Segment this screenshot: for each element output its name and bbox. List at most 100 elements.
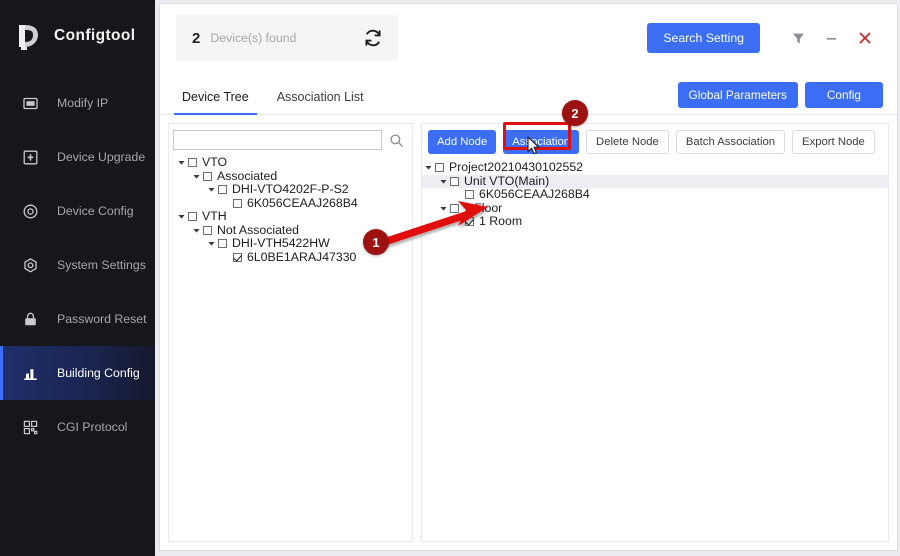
search-setting-button[interactable]: Search Setting: [647, 23, 760, 53]
tree-node[interactable]: DHI-VTH5422HW: [175, 236, 412, 251]
tree-node-label: 1 Floor: [464, 200, 503, 215]
node-actions: Add Node Association Delete Node Batch A…: [422, 124, 888, 159]
dahua-logo-icon: [14, 21, 44, 51]
checkbox-checked[interactable]: [465, 217, 474, 227]
chevron-down-icon[interactable]: [205, 185, 218, 194]
batch-association-button[interactable]: Batch Association: [675, 130, 786, 154]
sidebar-item-label: Modify IP: [57, 96, 109, 110]
filter-funnel-icon[interactable]: [782, 23, 815, 53]
chevron-down-icon[interactable]: [175, 158, 188, 167]
tree-node-label: Associated: [217, 168, 278, 183]
sidebar-item-building-config[interactable]: Building Config: [0, 346, 155, 400]
checkbox[interactable]: [188, 158, 197, 168]
sidebar-nav: Modify IP Device Upgrade Device Config S…: [0, 76, 155, 454]
tab-label: Device Tree: [182, 90, 249, 104]
chevron-down-icon[interactable]: [422, 163, 435, 172]
sidebar-item-label: System Settings: [57, 258, 146, 272]
content-window: 2 Device(s) found Search Setting Device …: [160, 4, 897, 550]
project-tree-pane: Add Node Association Delete Node Batch A…: [421, 123, 889, 542]
add-node-button[interactable]: Add Node: [428, 130, 497, 154]
chevron-down-icon[interactable]: [437, 204, 450, 213]
tree-node[interactable]: 6L0BE1ARAJ47330: [175, 249, 412, 265]
configtool-window: Configtool Modify IP Device Upgrade Devi…: [0, 0, 900, 556]
tree-node[interactable]: Associated: [175, 168, 412, 184]
sidebar-item-cgi-protocol[interactable]: CGI Protocol: [0, 400, 155, 454]
tree-node[interactable]: VTO: [175, 155, 412, 170]
checkbox[interactable]: [218, 185, 227, 195]
left-tree: VTO Associated DHI-VTO4202F-P-S2 6K056CE…: [169, 154, 412, 541]
sidebar-item-device-upgrade[interactable]: Device Upgrade: [0, 130, 155, 184]
sidebar-item-label: CGI Protocol: [57, 420, 128, 434]
window-header: 2 Device(s) found Search Setting: [160, 4, 897, 72]
checkbox[interactable]: [450, 176, 459, 186]
tree-node-label: VTH: [202, 209, 227, 223]
sidebar-item-modify-ip[interactable]: Modify IP: [0, 76, 155, 130]
tree-node-label: VTO: [202, 155, 228, 169]
tree-node[interactable]: 1 Floor: [422, 200, 888, 216]
tree-node[interactable]: 6K056CEAAJ268B4: [175, 196, 412, 211]
sidebar-item-device-config[interactable]: Device Config: [0, 184, 155, 238]
sidebar-item-system-settings[interactable]: System Settings: [0, 238, 155, 292]
tree-node-label: 6L0BE1ARAJ47330: [247, 249, 357, 264]
search-input[interactable]: [173, 130, 382, 150]
checkbox[interactable]: [203, 171, 212, 181]
chevron-down-icon[interactable]: [175, 212, 188, 221]
target-circle-icon: [22, 203, 39, 220]
ip-card-icon: [22, 95, 39, 112]
qr-blocks-icon: [22, 419, 39, 436]
sidebar-item-label: Device Upgrade: [57, 150, 146, 164]
close-icon[interactable]: [848, 23, 881, 53]
lock-icon: [22, 311, 39, 328]
tree-node[interactable]: Not Associated: [175, 223, 412, 238]
chevron-down-icon[interactable]: [205, 239, 218, 248]
sidebar-item-label: Building Config: [57, 366, 140, 380]
device-tree-pane: VTO Associated DHI-VTO4202F-P-S2 6K056CE…: [168, 123, 413, 542]
checkbox[interactable]: [218, 239, 227, 249]
main-area: 2 Device(s) found Search Setting Device …: [155, 0, 900, 556]
brand: Configtool: [0, 0, 155, 72]
association-button[interactable]: Association: [503, 130, 580, 154]
hex-gear-icon: [22, 257, 39, 274]
tree-node[interactable]: Project20210430102552: [422, 160, 888, 175]
bar-chart-icon: [22, 365, 39, 382]
tab-device-tree[interactable]: Device Tree: [168, 90, 263, 115]
tree-node[interactable]: 6K056CEAAJ268B4: [422, 187, 888, 202]
sidebar-item-password-reset[interactable]: Password Reset: [0, 292, 155, 346]
search-icon[interactable]: [386, 130, 406, 150]
chevron-down-icon[interactable]: [437, 177, 450, 186]
tab-association-list[interactable]: Association List: [263, 90, 378, 114]
sidebar-item-label: Password Reset: [57, 312, 147, 326]
tree-node[interactable]: VTH: [175, 209, 412, 224]
tree-node-selected[interactable]: Unit VTO(Main): [422, 173, 888, 188]
checkbox[interactable]: [233, 198, 242, 208]
global-parameters-button[interactable]: Global Parameters: [677, 82, 798, 108]
right-tree: Project20210430102552 Unit VTO(Main) 6K0…: [422, 159, 888, 541]
device-found-box: 2 Device(s) found: [176, 15, 398, 61]
device-found-label: Device(s) found: [210, 31, 297, 45]
minimize-icon[interactable]: [815, 23, 848, 53]
checkbox[interactable]: [188, 212, 197, 222]
device-count: 2: [192, 29, 201, 47]
tree-node-label: Project20210430102552: [449, 160, 584, 174]
tree-node-label: 6K056CEAAJ268B4: [479, 187, 590, 201]
export-node-button[interactable]: Export Node: [792, 130, 875, 154]
tree-node-label: Unit VTO(Main): [464, 173, 550, 188]
tabs-row: Device Tree Association List Global Para…: [160, 72, 897, 115]
tree-node[interactable]: 1 Room: [422, 214, 888, 229]
checkbox[interactable]: [450, 203, 459, 213]
config-button[interactable]: Config: [804, 82, 883, 108]
sidebar: Configtool Modify IP Device Upgrade Devi…: [0, 0, 155, 556]
sidebar-item-label: Device Config: [57, 204, 134, 218]
tree-node-label: 1 Room: [479, 214, 523, 228]
chevron-down-icon[interactable]: [190, 172, 203, 181]
checkbox-checked[interactable]: [233, 252, 242, 262]
tree-node[interactable]: DHI-VTO4202F-P-S2: [175, 182, 412, 197]
checkbox[interactable]: [465, 190, 474, 200]
tab-label: Association List: [276, 90, 364, 104]
refresh-icon[interactable]: [362, 27, 384, 49]
checkbox[interactable]: [203, 225, 212, 235]
delete-node-button[interactable]: Delete Node: [586, 130, 669, 154]
chevron-down-icon[interactable]: [190, 226, 203, 235]
checkbox[interactable]: [435, 163, 444, 173]
upgrade-box-icon: [22, 149, 39, 166]
